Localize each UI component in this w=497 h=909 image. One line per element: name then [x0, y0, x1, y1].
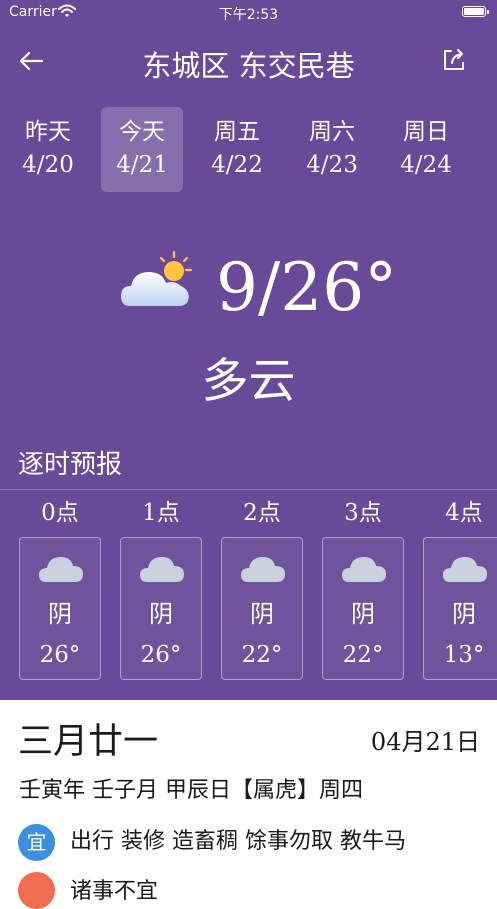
battery-icon [462, 6, 489, 17]
hour-temp: 22° [342, 642, 384, 668]
day-name: 周六 [309, 119, 355, 145]
hour-weather: 阴 [351, 600, 375, 628]
day-date: 4/22 [211, 152, 263, 178]
cloud-icon [39, 557, 83, 582]
page-title: 东城区 东交民巷 [142, 49, 355, 83]
hour-card: 阴 26° [120, 537, 202, 680]
yi-badge: 宜 [18, 824, 55, 861]
current-weather-desc: 多云 [201, 354, 296, 409]
hour-label: 1点 [142, 500, 180, 526]
hour-label: 2点 [243, 500, 281, 526]
status-bar: Carrier 下午2:53 [0, 0, 497, 26]
hour-label: 3点 [344, 500, 382, 526]
hour-temp: 13° [443, 642, 485, 668]
cloud-icon [140, 557, 184, 582]
day-name: 周日 [403, 119, 449, 145]
weather-panel: Carrier 下午2:53 东城区 东交民巷 昨天 4/20 今天 4/21 … [0, 0, 497, 700]
day-date: 4/23 [306, 152, 358, 178]
ji-badge [18, 872, 55, 909]
hourly-item: 3点 阴 22° [322, 490, 404, 680]
hourly-forecast-title: 逐时预报 [18, 450, 123, 480]
hourly-item: 1点 阴 26° [120, 490, 202, 680]
status-time: 下午2:53 [218, 7, 279, 23]
day-date: 4/24 [400, 152, 452, 178]
hour-weather: 阴 [452, 600, 476, 628]
day-date: 4/21 [116, 152, 168, 178]
share-button[interactable] [440, 46, 468, 74]
hourly-item: 2点 阴 22° [221, 490, 303, 680]
share-icon [444, 49, 464, 70]
day-name: 周五 [214, 119, 260, 145]
hourly-item: 4点 阴 13° [423, 490, 497, 680]
current-temperature: 9/26° [216, 249, 398, 326]
ganzhi-text: 壬寅年 壬子月 甲辰日【属虎】周四 [19, 778, 363, 803]
hour-card: 阴 22° [221, 537, 303, 680]
hour-label: 4点 [445, 500, 483, 526]
cloud-icon [443, 557, 487, 582]
day-selector: 昨天 4/20 今天 4/21 周五 4/22 周六 4/23 周日 4/24 [0, 107, 497, 193]
gregorian-date: 04月21日 [370, 728, 480, 756]
partly-cloudy-icon [120, 250, 194, 312]
hour-temp: 26° [39, 642, 81, 668]
yi-text: 出行 装修 造畜稠 馀事勿取 教牛马 [70, 829, 406, 854]
hour-card: 阴 26° [19, 537, 101, 680]
hour-temp: 26° [140, 642, 182, 668]
ji-text: 诸事不宜 [70, 879, 159, 904]
hour-weather: 阴 [149, 600, 173, 628]
hourly-forecast-list[interactable]: 0点 阴 26° 1点 阴 26° 2点 阴 22° 3点 阴 22° 4点 阴… [0, 490, 497, 700]
lunar-date: 三月廿一 [18, 722, 159, 762]
day-tab-today[interactable]: 今天 4/21 [101, 107, 183, 192]
day-tab-sat[interactable]: 周六 4/23 [291, 107, 373, 192]
day-tab-sun[interactable]: 周日 4/24 [385, 107, 467, 192]
hourly-item: 0点 阴 26° [19, 490, 101, 680]
day-name: 昨天 [25, 119, 71, 145]
day-tab-yesterday[interactable]: 昨天 4/20 [7, 107, 89, 192]
hour-temp: 22° [241, 642, 283, 668]
hour-card: 阴 13° [423, 537, 497, 680]
cloud-icon [342, 557, 386, 582]
hour-card: 阴 22° [322, 537, 404, 680]
hour-weather: 阴 [250, 600, 274, 628]
day-date: 4/20 [22, 152, 74, 178]
day-name: 今天 [119, 119, 165, 145]
almanac-panel: 三月廿一 04月21日 壬寅年 壬子月 甲辰日【属虎】周四 宜 出行 装修 造畜… [0, 700, 497, 883]
cloud-icon [241, 557, 285, 582]
hour-weather: 阴 [48, 600, 72, 628]
hour-label: 0点 [41, 500, 79, 526]
day-tab-fri[interactable]: 周五 4/22 [196, 107, 278, 192]
